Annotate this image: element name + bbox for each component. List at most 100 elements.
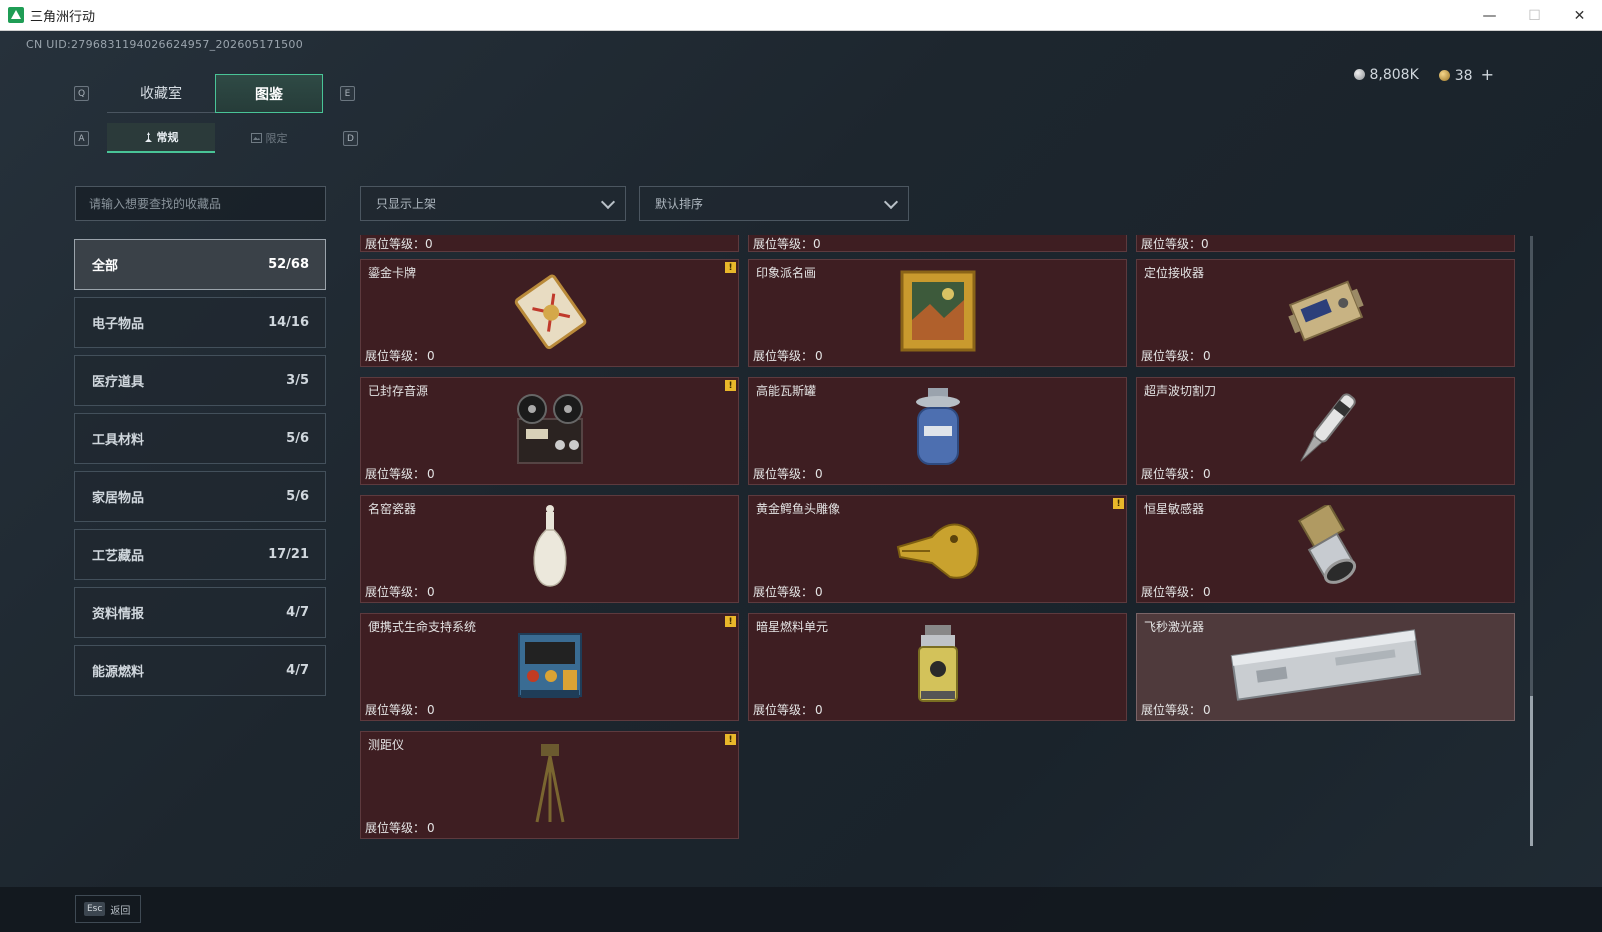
display-level-label: 展位等级： [365,585,426,599]
display-level: 展位等级：0 [1141,701,1211,718]
display-level-label: 展位等级： [365,467,426,481]
item-name: 飞秒激光器 [1144,620,1205,634]
reel-recorder-icon [508,389,592,473]
silver-balance: 8,808K [1353,66,1419,83]
display-level-label: 展位等级： [1141,585,1202,599]
category-list: 全部 52/68 电子物品 14/16 医疗道具 3/5 工具材料 5/6 家居物品 5/… [74,239,326,703]
display-level-value: 0 [815,467,823,481]
category-count: 4/7 [286,605,309,620]
display-level-value: 0 [815,349,823,363]
category-name: 电子物品 [92,317,145,332]
key-a-hint: A [74,131,89,146]
close-button[interactable]: ✕ [1557,0,1602,31]
rangefinder-icon [533,740,567,830]
add-currency-button[interactable]: + [1481,65,1494,84]
item-card[interactable]: 名窑瓷器 展位等级： 0 [360,495,739,603]
category-count: 5/6 [286,489,309,504]
category-item[interactable]: 能源燃料 4/7 [74,645,326,696]
back-button[interactable]: Esc 返回 [75,895,141,923]
display-level-value: 0 [427,467,435,481]
minimize-button[interactable]: — [1467,0,1512,31]
display-level: 展位等级：0 [1141,347,1211,364]
display-level: 展位等级：0 [1141,235,1209,252]
display-level-label: 展位等级： [753,349,814,363]
silver-amount: 8,808K [1369,66,1419,83]
sort-dropdown[interactable]: 默认排序 [639,186,909,221]
maximize-button[interactable]: ☐ [1512,0,1557,31]
item-card-partial[interactable]: 展位等级：0 [748,235,1127,252]
window-title: 三角洲行动 [30,9,96,25]
bottom-bar [0,887,1602,932]
display-level: 展位等级：0 [753,583,823,600]
tab-regular[interactable]: 常规 [107,123,215,153]
porcelain-vase-icon [525,504,575,594]
display-level-label: 展位等级： [365,821,426,835]
item-card-partial[interactable]: 展位等级：0 [1136,235,1515,252]
gold-balance: 38 + [1438,65,1494,84]
display-level-value: 0 [427,585,435,599]
item-card[interactable]: 恒星敏感器 展位等级： 0 [1136,495,1515,603]
tab-catalog[interactable]: 图鉴 [215,74,323,113]
item-name: 便携式生命支持系统 [368,620,477,634]
item-card-partial[interactable]: 展位等级：0 [360,235,739,252]
display-level-value: 0 [427,703,435,717]
item-card[interactable]: 超声波切割刀 展位等级： 0 [1136,377,1515,485]
tab-limited[interactable]: 限定 [215,123,323,153]
display-level-value: 0 [815,585,823,599]
category-item[interactable]: 工具材料 5/6 [74,413,326,464]
search-input[interactable]: 请输入想要查找的收藏品 [75,186,326,221]
category-item[interactable]: 资料情报 4/7 [74,587,326,638]
sub-tabs: 常规 限定 [107,123,323,153]
silver-coin-icon [1353,68,1365,80]
display-level-label: 展位等级： [1141,349,1202,363]
item-name: 印象派名画 [756,266,817,280]
display-level: 展位等级：0 [365,347,435,364]
item-card[interactable]: 便携式生命支持系统! 展位等级： 0 [360,613,739,721]
category-item[interactable]: 家居物品 5/6 [74,471,326,522]
item-card[interactable]: 测距仪! 展位等级： 0 [360,731,739,839]
item-card[interactable]: 印象派名画展位等级： 0 [748,259,1127,367]
display-level-label: 展位等级： [1141,703,1202,717]
gilded-card-icon [505,269,595,357]
tab-limited-label: 限定 [265,132,288,145]
display-level: 展位等级：0 [365,819,435,836]
category-item[interactable]: 电子物品 14/16 [74,297,326,348]
display-level-label: 展位等级： [753,237,814,251]
category-item[interactable]: 医疗道具 3/5 [74,355,326,406]
item-card[interactable]: 已封存音源! 展位等级： 0 [360,377,739,485]
back-label: 返回 [110,905,131,917]
display-level: 展位等级：0 [1141,583,1211,600]
golden-crocodile-icon [892,507,984,591]
limited-tab-icon [250,133,262,143]
scrollbar-thumb[interactable] [1530,696,1533,846]
ultrasonic-cutter-icon [1291,384,1361,478]
display-level: 展位等级：0 [365,235,433,252]
item-name: 暗星燃料单元 [756,620,829,634]
item-card[interactable]: 暗星燃料单元 展位等级： 0 [748,613,1127,721]
display-level-value: 0 [1203,467,1211,481]
item-name: 定位接收器 [1144,266,1205,280]
display-level-label: 展位等级： [753,703,814,717]
item-card[interactable]: 定位接收器展位等级： 0 [1136,259,1515,367]
gold-amount: 38 [1454,68,1473,84]
category-item[interactable]: 工艺藏品 17/21 [74,529,326,580]
display-level-label: 展位等级： [365,349,426,363]
display-level: 展位等级：0 [365,465,435,482]
alert-badge-icon: ! [725,734,736,745]
item-card[interactable]: 高能瓦斯罐 展位等级： 0 [748,377,1127,485]
key-d-hint: D [343,131,358,146]
category-name: 资料情报 [92,607,145,622]
life-support-icon [511,624,589,710]
shelf-filter-dropdown[interactable]: 只显示上架 [360,186,626,221]
item-name: 已封存音源 [368,384,429,398]
display-level-label: 展位等级： [1141,237,1202,251]
category-item[interactable]: 全部 52/68 [74,239,326,290]
item-card[interactable]: 黄金鳄鱼头雕像! 展位等级： 0 [748,495,1127,603]
fuel-cell-icon [911,623,965,711]
tab-collection-room[interactable]: 收藏室 [107,74,215,113]
display-level-label: 展位等级： [753,585,814,599]
player-uid: CN UID:2796831194026624957_202605171500 [26,38,304,51]
item-card[interactable]: 鎏金卡牌! 展位等级： 0 [360,259,739,367]
item-card[interactable]: 飞秒激光器展位等级： 0 [1136,613,1515,721]
alert-badge-icon: ! [725,616,736,627]
